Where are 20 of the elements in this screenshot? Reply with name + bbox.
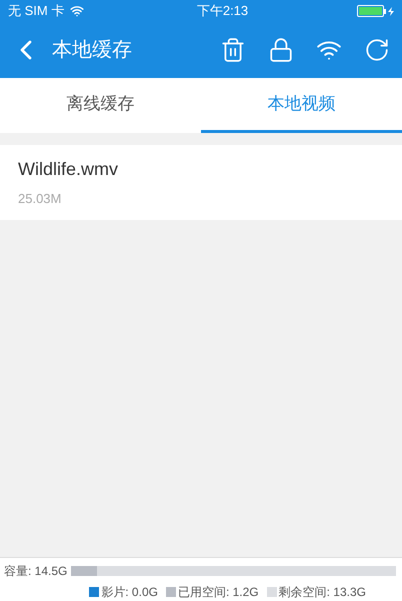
tab[interactable]: 离线缓存 [0,78,201,133]
file-size: 25.03M [18,192,62,205]
lock-button[interactable] [268,37,294,63]
refresh-button[interactable] [364,37,390,63]
wifi-icon [70,4,84,18]
clock-text: 下午2:13 [196,2,250,20]
refresh-icon [364,37,390,63]
battery-icon [357,5,394,17]
legend-text: 剩余空间: 13.3G [278,584,366,601]
carrier-text: 无 SIM 卡 [8,2,64,20]
legend-text: 已用空间: 1.2G [178,584,259,601]
page-title: 本地缓存 [52,38,133,63]
file-name: Wildlife.wmv [18,160,120,178]
tab[interactable]: 本地视频 [201,78,402,133]
legend-text: 影片: 0.0G [101,584,158,601]
lock-icon [268,37,294,63]
file-row[interactable]: Wildlife.wmv 25.03M [0,145,402,220]
delete-button[interactable] [220,37,246,63]
trash-icon [220,37,246,63]
capacity-text: 容量: 14.5G [4,563,68,580]
